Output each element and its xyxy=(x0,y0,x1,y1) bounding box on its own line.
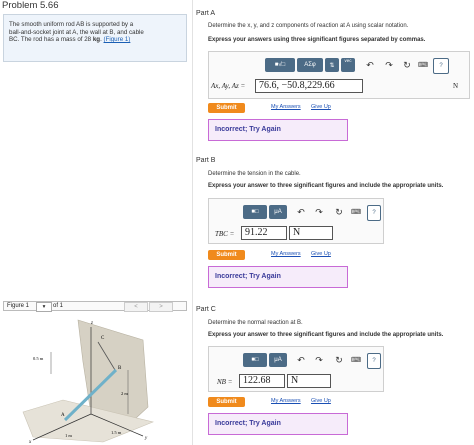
part-c-units-button[interactable]: μA xyxy=(269,353,287,367)
problem-text-line3: BC. The rod has a mass of 28 kg. (Figure… xyxy=(9,36,181,44)
part-a-title: Part A xyxy=(196,10,216,17)
part-b-give-up-link[interactable]: Give Up xyxy=(311,251,331,257)
part-b-description: Determine the tension in the cable. xyxy=(208,171,301,177)
keyboard-icon[interactable]: ⌨ xyxy=(417,59,429,71)
part-c-unit-input[interactable]: N xyxy=(287,374,331,388)
figure-prev-button[interactable]: < xyxy=(124,302,148,312)
part-c-give-up-link[interactable]: Give Up xyxy=(311,398,331,404)
label-2m: 2 m xyxy=(121,391,128,396)
part-c-value-input[interactable]: 122.68 xyxy=(239,374,285,388)
figure-diagram: z C B A 0.5 m 2 m 1 m 1.5 m x y xyxy=(22,319,154,445)
part-a-input-label: Ax, Ay, Az = xyxy=(211,82,246,90)
redo-icon[interactable]: ↷ xyxy=(383,59,395,71)
label-15m: 1.5 m xyxy=(111,430,122,435)
part-a-symbols-button[interactable]: ΑΣφ xyxy=(297,58,323,72)
part-c-feedback: Incorrect; Try Again xyxy=(208,413,348,435)
part-a-answer-input[interactable]: 76.6, −50.8,229.66 xyxy=(255,79,363,93)
problem-text-line3-b: . xyxy=(100,36,102,44)
figure-next-button[interactable]: > xyxy=(149,302,173,312)
part-c-title: Part C xyxy=(196,306,216,313)
part-a-my-answers-link[interactable]: My Answers xyxy=(271,104,301,110)
part-b-value-input[interactable]: 91.22 xyxy=(241,226,287,240)
label-a: A xyxy=(61,413,65,418)
part-a-answer-box: ■√□ ΑΣφ ⇅ vec ↶ ↷ ↻ ⌨ ? Ax, Ay, Az = 76.… xyxy=(208,51,470,99)
part-a-help-button[interactable]: ? xyxy=(433,58,449,74)
part-b-help-button[interactable]: ? xyxy=(367,205,381,221)
reset-icon[interactable]: ↻ xyxy=(401,59,413,71)
part-a-templates-button[interactable]: ■√□ xyxy=(265,58,295,72)
part-a-vector-button[interactable]: ⇅ xyxy=(325,58,339,72)
part-c-input-label: NB = xyxy=(217,378,233,386)
problem-text-line3-a: BC. The rod has a mass of 28 xyxy=(9,36,92,44)
redo-icon[interactable]: ↷ xyxy=(313,206,325,218)
part-a-vec-button[interactable]: vec xyxy=(341,58,355,72)
column-divider xyxy=(192,0,193,445)
undo-icon[interactable]: ↶ xyxy=(295,206,307,218)
figure-nav-bar: Figure 1 ▾ of 1 < > xyxy=(3,301,187,312)
redo-icon[interactable]: ↷ xyxy=(313,354,325,366)
figure-select[interactable]: ▾ xyxy=(36,302,52,312)
problem-text-line1: The smooth uniform rod AB is supported b… xyxy=(9,21,134,28)
figure-link[interactable]: (Figure 1) xyxy=(104,36,131,43)
part-a-submit-button[interactable]: Submit xyxy=(208,103,245,113)
label-x: x xyxy=(28,440,32,445)
keyboard-icon[interactable]: ⌨ xyxy=(350,354,362,366)
part-c-instruction: Express your answer to three significant… xyxy=(208,332,444,338)
part-b-unit-input[interactable]: N xyxy=(289,226,333,240)
reset-icon[interactable]: ↻ xyxy=(333,354,345,366)
part-a-unit: N xyxy=(453,82,459,90)
part-a-give-up-link[interactable]: Give Up xyxy=(311,104,331,110)
part-b-my-answers-link[interactable]: My Answers xyxy=(271,251,301,257)
part-a-instruction: Express your answers using three signifi… xyxy=(208,37,426,43)
label-05m: 0.5 m xyxy=(33,356,44,361)
undo-icon[interactable]: ↶ xyxy=(364,59,376,71)
problem-title: Problem 5.66 xyxy=(2,0,59,11)
part-c-submit-button[interactable]: Submit xyxy=(208,397,245,407)
problem-statement: The smooth uniform rod AB is supported b… xyxy=(3,14,187,62)
problem-text-line2: ball-and-socket joint at A, the wall at … xyxy=(9,28,144,36)
part-b-input-label: TBC = xyxy=(215,230,235,238)
part-c-my-answers-link[interactable]: My Answers xyxy=(271,398,301,404)
part-b-units-button[interactable]: μA xyxy=(269,205,287,219)
part-b-submit-button[interactable]: Submit xyxy=(208,250,245,260)
keyboard-icon[interactable]: ⌨ xyxy=(350,206,362,218)
part-b-feedback: Incorrect; Try Again xyxy=(208,266,348,288)
part-c-answer-box: ■□ μA ↶ ↷ ↻ ⌨ ? NB = 122.68 N xyxy=(208,346,384,392)
mass-unit: kg xyxy=(92,36,101,44)
part-b-answer-box: ■□ μA ↶ ↷ ↻ ⌨ ? TBC = 91.22 N xyxy=(208,198,384,244)
label-z: z xyxy=(90,321,93,326)
part-c-description: Determine the normal reaction at B. xyxy=(208,320,303,326)
figure-label: Figure 1 xyxy=(7,303,30,309)
undo-icon[interactable]: ↶ xyxy=(295,354,307,366)
part-b-instruction: Express your answer to three significant… xyxy=(208,183,444,189)
part-c-help-button[interactable]: ? xyxy=(367,353,381,369)
part-b-title: Part B xyxy=(196,157,216,164)
reset-icon[interactable]: ↻ xyxy=(333,206,345,218)
part-a-feedback: Incorrect; Try Again xyxy=(208,119,348,141)
figure-of: of 1 xyxy=(53,303,64,309)
part-a-description: Determine the x, y, and z components of … xyxy=(208,23,409,29)
part-b-templates-button[interactable]: ■□ xyxy=(243,205,267,219)
label-1m: 1 m xyxy=(65,433,72,438)
label-y: y xyxy=(144,436,148,441)
part-c-templates-button[interactable]: ■□ xyxy=(243,353,267,367)
